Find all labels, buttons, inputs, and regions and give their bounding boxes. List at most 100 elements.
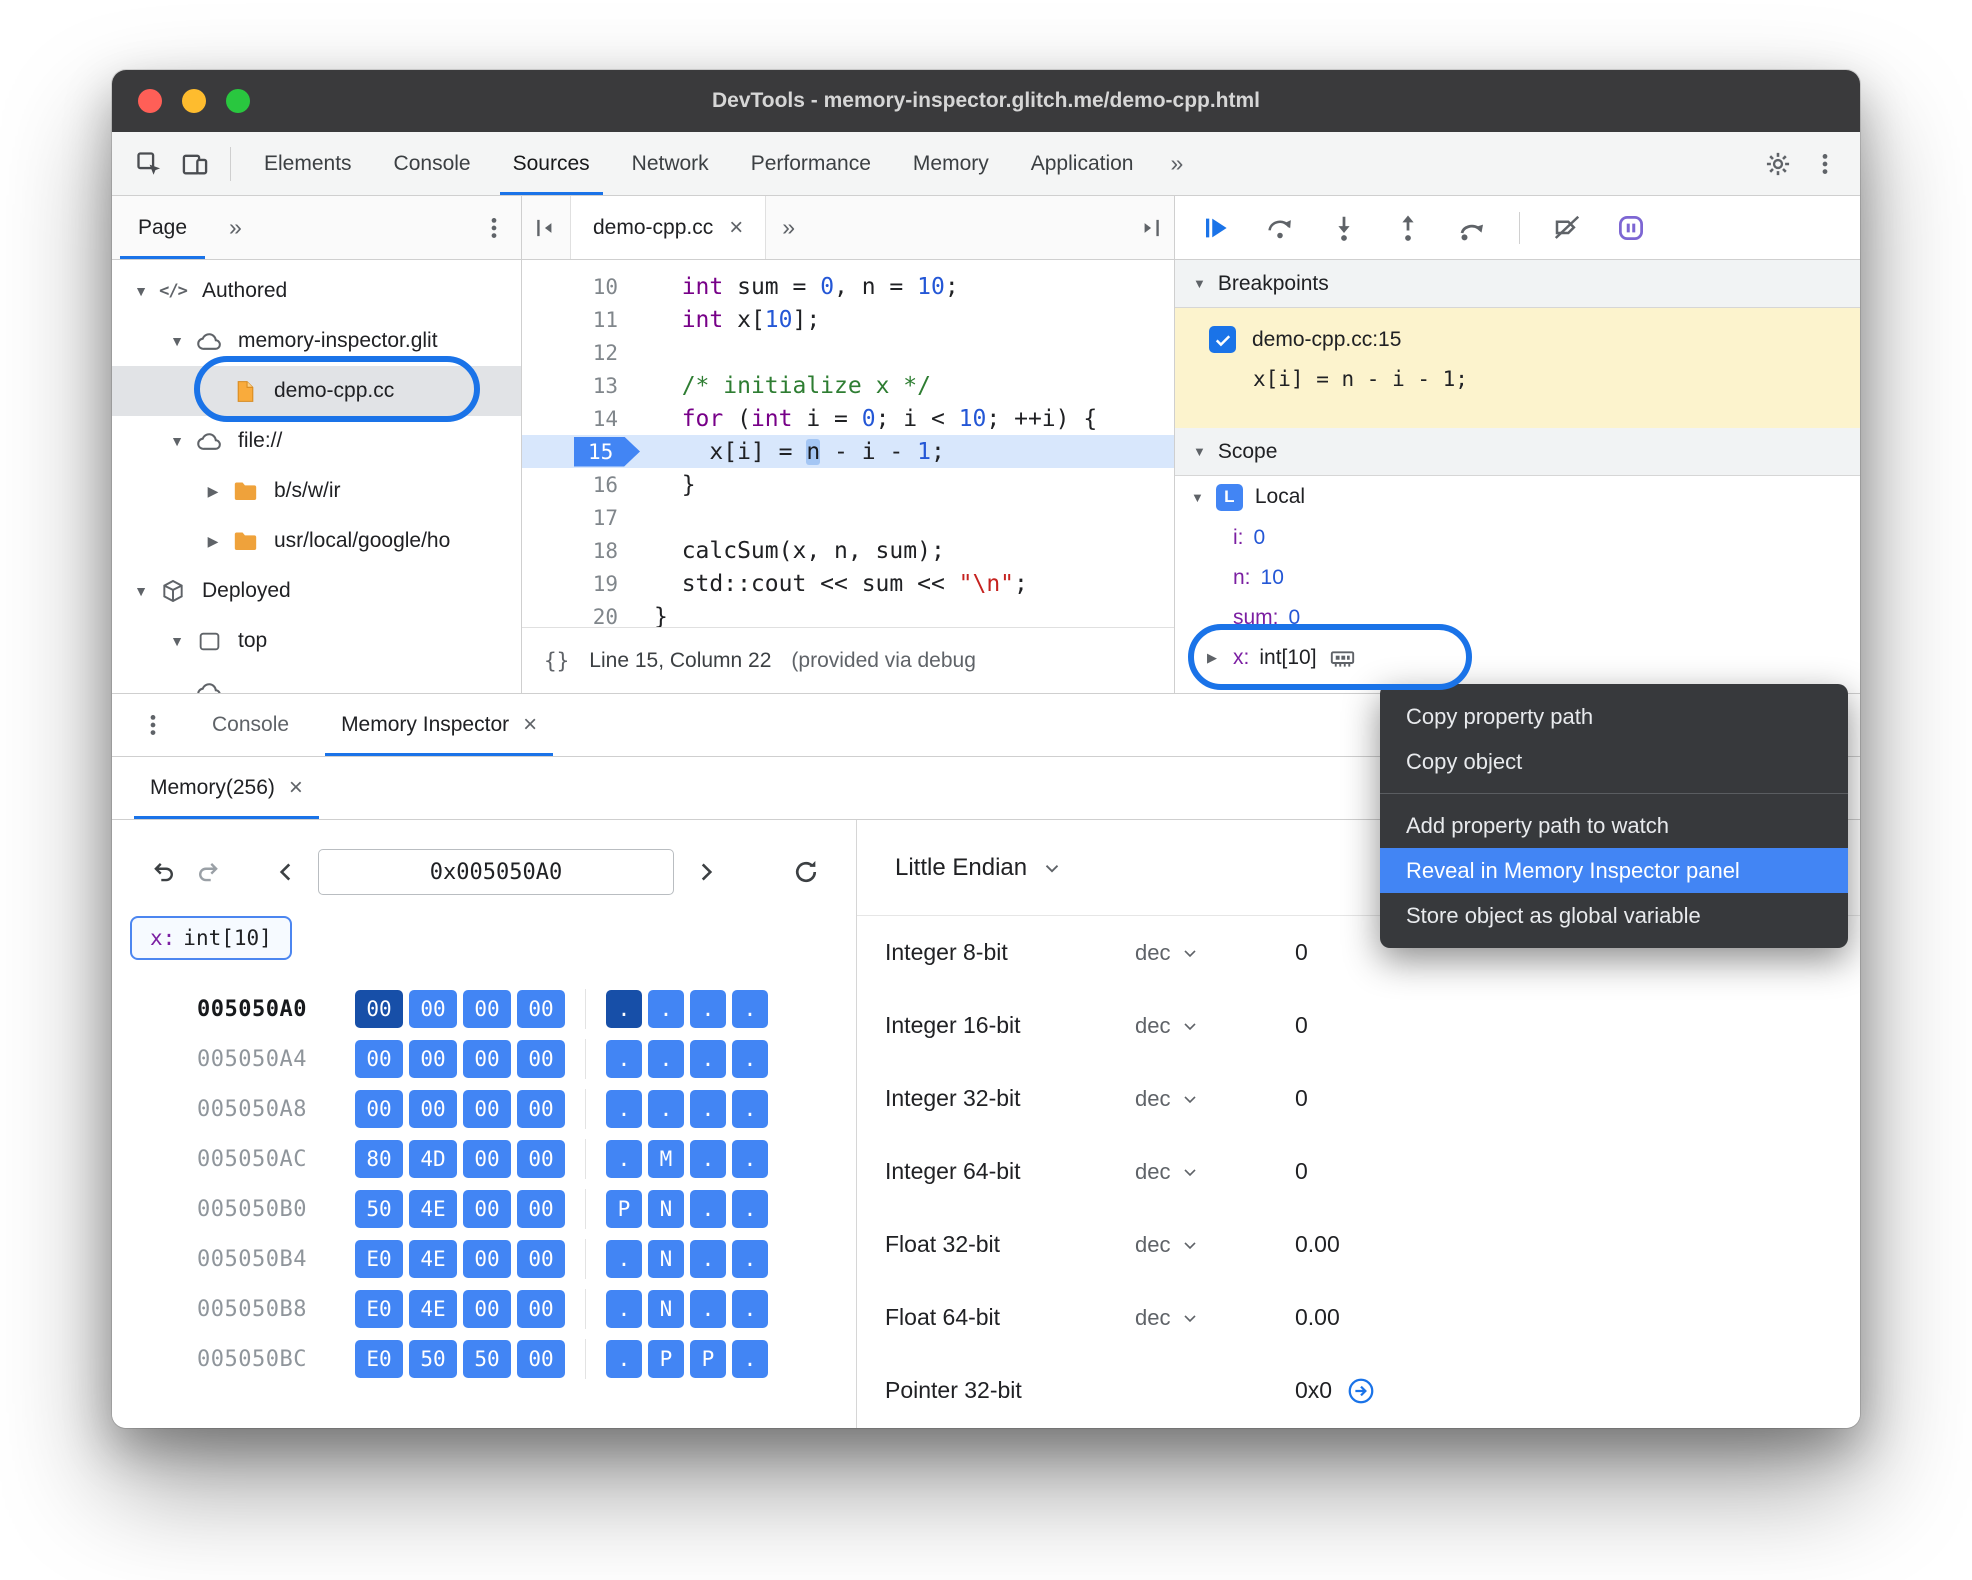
code-line-15[interactable]: 15 x[i] = n - i - 1; xyxy=(522,435,1174,468)
zoom-window-button[interactable] xyxy=(226,89,250,113)
tree-item-authored[interactable]: ▼ </> Authored xyxy=(112,266,521,316)
ascii-cell[interactable]: . xyxy=(690,990,726,1028)
redo-icon[interactable] xyxy=(186,850,230,894)
expander-icon[interactable]: ▼ xyxy=(162,633,192,649)
code-line-11[interactable]: 11 int x[10]; xyxy=(522,303,1174,336)
expander-icon[interactable]: ▼ xyxy=(162,333,192,349)
ascii-cell[interactable]: N xyxy=(648,1190,684,1228)
step-over-icon[interactable] xyxy=(1263,211,1297,245)
file-tab-demo-cpp[interactable]: demo-cpp.cc × xyxy=(570,196,767,259)
line-number[interactable]: 11 xyxy=(522,308,634,332)
number-format-select[interactable]: dec xyxy=(1135,940,1295,966)
ascii-cell[interactable]: M xyxy=(648,1140,684,1178)
drawer-menu-icon[interactable] xyxy=(112,712,186,738)
memory-view-tab[interactable]: Memory(256) × xyxy=(128,757,325,819)
ascii-cell[interactable]: . xyxy=(606,1140,642,1178)
byte-cell[interactable]: 00 xyxy=(355,1040,403,1078)
ascii-cell[interactable]: . xyxy=(648,1090,684,1128)
menu-item-reveal-in-memory-inspector-panel[interactable]: Reveal in Memory Inspector panel xyxy=(1380,848,1848,893)
ascii-cell[interactable]: . xyxy=(732,1240,768,1278)
ascii-cell[interactable]: . xyxy=(732,1090,768,1128)
navigator-more-tabs-button[interactable]: » xyxy=(213,214,258,241)
ascii-cell[interactable]: . xyxy=(732,1140,768,1178)
byte-cell[interactable]: 4E xyxy=(409,1240,457,1278)
minimize-window-button[interactable] xyxy=(182,89,206,113)
byte-cell[interactable]: 00 xyxy=(409,990,457,1028)
byte-cell[interactable]: 00 xyxy=(517,990,565,1028)
menu-item-copy-property-path[interactable]: Copy property path xyxy=(1380,694,1848,739)
number-format-select[interactable]: dec xyxy=(1135,1086,1295,1112)
step-into-icon[interactable] xyxy=(1327,211,1361,245)
code-line-18[interactable]: 18 calcSum(x, n, sum); xyxy=(522,534,1174,567)
byte-cell[interactable]: 4E xyxy=(409,1190,457,1228)
byte-cell[interactable]: 00 xyxy=(517,1090,565,1128)
byte-cell[interactable]: 00 xyxy=(517,1240,565,1278)
close-tab-icon[interactable]: × xyxy=(289,776,303,800)
byte-cell[interactable]: E0 xyxy=(355,1340,403,1378)
ascii-cell[interactable]: P xyxy=(648,1340,684,1378)
byte-cell[interactable]: E0 xyxy=(355,1240,403,1278)
ascii-cell[interactable]: . xyxy=(648,1040,684,1078)
line-number[interactable]: 12 xyxy=(522,341,634,365)
number-format-select[interactable]: dec xyxy=(1135,1013,1295,1039)
line-number[interactable]: 19 xyxy=(522,572,634,596)
breakpoint-item[interactable]: demo-cpp.cc:15 x[i] = n - i - 1; xyxy=(1175,308,1860,428)
code-line-17[interactable]: 17 xyxy=(522,501,1174,534)
line-number[interactable]: 13 xyxy=(522,374,634,398)
byte-cell[interactable]: 00 xyxy=(463,1190,511,1228)
ascii-cell[interactable]: . xyxy=(732,1290,768,1328)
device-toolbar-icon[interactable] xyxy=(172,141,218,187)
inspect-icon[interactable] xyxy=(126,141,172,187)
byte-cell[interactable]: 00 xyxy=(517,1340,565,1378)
source-code[interactable]: 10 int sum = 0, n = 10; 11 int x[10]; 12 13… xyxy=(522,260,1174,627)
ascii-cell[interactable]: . xyxy=(606,1090,642,1128)
pretty-print-icon[interactable]: {} xyxy=(544,649,569,673)
line-number[interactable]: 10 xyxy=(522,275,634,299)
pause-on-exceptions-icon[interactable] xyxy=(1614,211,1648,245)
byte-cell[interactable]: 00 xyxy=(355,990,403,1028)
step-icon[interactable] xyxy=(1455,211,1489,245)
expander-icon[interactable]: ▶ xyxy=(198,483,228,500)
expander-icon[interactable]: ▼ xyxy=(126,283,156,299)
tree-item-memory-inspector-glitch[interactable]: ▼ memory-inspector.glit xyxy=(112,316,521,366)
byte-cell[interactable]: 4E xyxy=(409,1290,457,1328)
tree-item-b-s-w-ir[interactable]: ▶ b/s/w/ir xyxy=(112,466,521,516)
tree-item-deployed[interactable]: ▼ Deployed xyxy=(112,566,521,616)
tab-application[interactable]: Application xyxy=(1010,132,1155,195)
settings-gear-icon[interactable] xyxy=(1764,150,1792,178)
breakpoint-checkbox[interactable] xyxy=(1209,326,1236,353)
expander-icon[interactable]: ▶ xyxy=(1207,650,1217,666)
editor-more-tabs-button[interactable]: » xyxy=(766,214,811,241)
toggle-debugger-sidebar-icon[interactable] xyxy=(1126,196,1174,259)
byte-cell[interactable]: 4D xyxy=(409,1140,457,1178)
byte-cell[interactable]: 50 xyxy=(463,1340,511,1378)
refresh-icon[interactable] xyxy=(784,850,828,894)
memory-chip-icon[interactable] xyxy=(1329,645,1356,672)
expander-icon[interactable]: ▼ xyxy=(126,583,156,599)
code-line-20[interactable]: 20} xyxy=(522,600,1174,628)
code-line-10[interactable]: 10 int sum = 0, n = 10; xyxy=(522,270,1174,303)
ascii-cell[interactable]: . xyxy=(732,1040,768,1078)
toggle-navigator-icon[interactable] xyxy=(522,196,570,259)
more-panels-button[interactable]: » xyxy=(1154,150,1199,177)
ascii-cell[interactable]: . xyxy=(690,1090,726,1128)
ascii-cell[interactable]: . xyxy=(606,1290,642,1328)
byte-cell[interactable]: 00 xyxy=(517,1140,565,1178)
tab-performance[interactable]: Performance xyxy=(730,132,892,195)
scope-var-x[interactable]: ▶ x: int[10] xyxy=(1175,638,1860,678)
scope-group-local[interactable]: ▼ L Local xyxy=(1175,476,1860,518)
tree-item-top[interactable]: ▼ top xyxy=(112,616,521,666)
line-number[interactable]: 20 xyxy=(522,605,634,628)
byte-cell[interactable]: 00 xyxy=(463,990,511,1028)
code-line-12[interactable]: 12 xyxy=(522,336,1174,369)
byte-cell[interactable]: 00 xyxy=(409,1090,457,1128)
ascii-cell[interactable]: . xyxy=(606,1040,642,1078)
line-number[interactable]: 18 xyxy=(522,539,634,563)
byte-cell[interactable]: 00 xyxy=(463,1240,511,1278)
byte-cell[interactable]: 00 xyxy=(409,1040,457,1078)
tab-sources[interactable]: Sources xyxy=(492,132,611,195)
ascii-cell[interactable]: . xyxy=(690,1240,726,1278)
ascii-cell[interactable]: . xyxy=(606,990,642,1028)
address-input[interactable] xyxy=(318,849,674,895)
number-format-select[interactable]: dec xyxy=(1135,1305,1295,1331)
